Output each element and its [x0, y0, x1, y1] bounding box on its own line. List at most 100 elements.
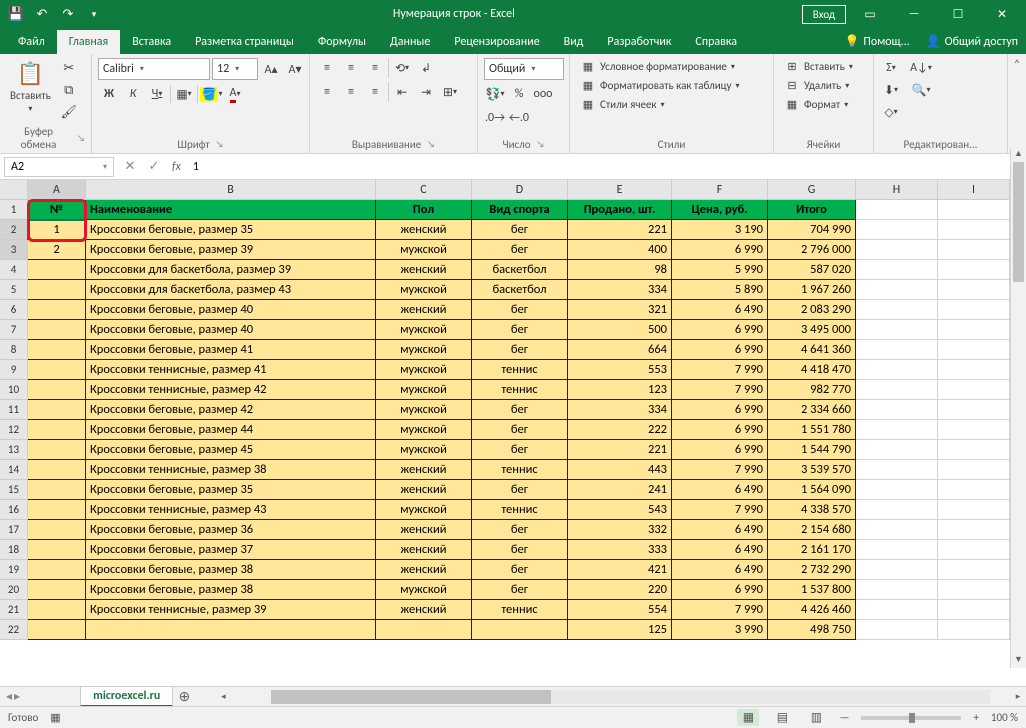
zoom-in-icon[interactable]: +: [973, 711, 978, 724]
cell[interactable]: №: [28, 200, 86, 220]
cell[interactable]: женский: [376, 460, 472, 480]
insert-cells-button[interactable]: ⊞Вставить ▾: [780, 58, 857, 75]
minimize-icon[interactable]: —: [894, 0, 934, 28]
sheet-nav-prev-icon[interactable]: ◂: [6, 689, 12, 704]
copy-icon[interactable]: ⧉: [59, 80, 79, 100]
save-icon[interactable]: 💾: [4, 3, 28, 25]
cell[interactable]: Кроссовки беговые, размер 38: [86, 560, 376, 580]
cell[interactable]: [28, 600, 86, 620]
col-header-I[interactable]: I: [938, 180, 1010, 199]
cell[interactable]: [856, 520, 938, 540]
tab-page-layout[interactable]: Разметка страницы: [183, 30, 306, 54]
cell[interactable]: Кроссовки беговые, размер 37: [86, 540, 376, 560]
row-header[interactable]: 2: [0, 220, 28, 240]
align-middle-icon[interactable]: ≡: [340, 58, 362, 78]
cell[interactable]: теннис: [472, 600, 568, 620]
cell[interactable]: мужской: [376, 400, 472, 420]
cell[interactable]: 2 154 680: [768, 520, 856, 540]
cell[interactable]: 3 990: [672, 620, 768, 640]
cell[interactable]: [938, 560, 1010, 580]
cell[interactable]: [856, 320, 938, 340]
cell[interactable]: Кроссовки беговые, размер 42: [86, 400, 376, 420]
cell[interactable]: 6 990: [672, 580, 768, 600]
tab-developer[interactable]: Разработчик: [595, 30, 683, 54]
autosum-icon[interactable]: Σ▾: [880, 58, 902, 78]
cell[interactable]: [856, 600, 938, 620]
cell[interactable]: 321: [568, 300, 672, 320]
cell[interactable]: теннис: [472, 460, 568, 480]
cell[interactable]: [938, 620, 1010, 640]
cell[interactable]: [938, 280, 1010, 300]
font-color-icon[interactable]: A▾: [224, 84, 246, 104]
cell[interactable]: 1 967 260: [768, 280, 856, 300]
row-header[interactable]: 11: [0, 400, 28, 420]
cell[interactable]: [28, 620, 86, 640]
row-header[interactable]: 18: [0, 540, 28, 560]
cell[interactable]: 3 495 000: [768, 320, 856, 340]
page-break-view-icon[interactable]: ▥: [805, 709, 827, 726]
macro-record-icon[interactable]: ▦: [50, 711, 60, 724]
underline-button[interactable]: Ч ▾: [146, 84, 168, 104]
row-header[interactable]: 7: [0, 320, 28, 340]
cell[interactable]: [938, 460, 1010, 480]
cell[interactable]: [856, 560, 938, 580]
cell[interactable]: бег: [472, 240, 568, 260]
cell[interactable]: 6 490: [672, 560, 768, 580]
cell[interactable]: 664: [568, 340, 672, 360]
horizontal-scroll-thumb[interactable]: [271, 690, 551, 704]
decrease-decimal-icon[interactable]: ←.0: [508, 108, 530, 128]
cell[interactable]: Кроссовки беговые, размер 36: [86, 520, 376, 540]
cell[interactable]: [938, 380, 1010, 400]
cell[interactable]: 2 083 290: [768, 300, 856, 320]
cell[interactable]: 3 539 570: [768, 460, 856, 480]
sheet-tab[interactable]: microexcel.ru: [80, 686, 173, 707]
ribbon-display-icon[interactable]: ▭: [850, 0, 890, 28]
cell[interactable]: Кроссовки беговые, размер 40: [86, 300, 376, 320]
cancel-formula-icon[interactable]: ✕: [118, 159, 142, 174]
cell[interactable]: мужской: [376, 380, 472, 400]
cell[interactable]: Кроссовки беговые, размер 35: [86, 220, 376, 240]
cell[interactable]: женский: [376, 520, 472, 540]
cell[interactable]: бег: [472, 560, 568, 580]
cell[interactable]: [28, 540, 86, 560]
orientation-icon[interactable]: ⟲▾: [391, 58, 413, 78]
cell[interactable]: бег: [472, 440, 568, 460]
cell[interactable]: мужской: [376, 320, 472, 340]
cell[interactable]: [28, 480, 86, 500]
row-header[interactable]: 9: [0, 360, 28, 380]
tab-file[interactable]: Файл: [6, 30, 57, 54]
cell[interactable]: 6 990: [672, 340, 768, 360]
cell[interactable]: [28, 260, 86, 280]
row-header[interactable]: 16: [0, 500, 28, 520]
sort-filter-icon[interactable]: A↓▾: [910, 58, 932, 78]
cell[interactable]: мужской: [376, 580, 472, 600]
zoom-level[interactable]: 100 %: [991, 711, 1018, 724]
vertical-scroll-thumb[interactable]: [1013, 162, 1024, 282]
cell[interactable]: [938, 440, 1010, 460]
align-top-icon[interactable]: ≡: [316, 58, 338, 78]
cell[interactable]: 4 338 570: [768, 500, 856, 520]
cell[interactable]: теннис: [472, 360, 568, 380]
cell[interactable]: 7 990: [672, 460, 768, 480]
cell[interactable]: 7 990: [672, 500, 768, 520]
cell[interactable]: [856, 280, 938, 300]
cell[interactable]: Кроссовки беговые, размер 45: [86, 440, 376, 460]
cell[interactable]: женский: [376, 480, 472, 500]
percent-icon[interactable]: %: [508, 84, 530, 104]
number-format-combo[interactable]: Общий▾: [484, 58, 564, 80]
row-header[interactable]: 22: [0, 620, 28, 640]
cell[interactable]: 6 490: [672, 300, 768, 320]
cell[interactable]: бег: [472, 220, 568, 240]
cell[interactable]: бег: [472, 540, 568, 560]
cell[interactable]: [28, 560, 86, 580]
cell[interactable]: Наименование: [86, 200, 376, 220]
cell[interactable]: 6 990: [672, 420, 768, 440]
share-button[interactable]: 👤Общий доступ: [918, 29, 1026, 54]
cell[interactable]: 1 544 790: [768, 440, 856, 460]
cell[interactable]: 6 990: [672, 320, 768, 340]
font-size-combo[interactable]: 12▾: [212, 58, 258, 80]
cell[interactable]: 3 190: [672, 220, 768, 240]
horizontal-scrollbar[interactable]: [271, 690, 990, 704]
cell[interactable]: [938, 520, 1010, 540]
collapse-ribbon-icon[interactable]: ˄: [1008, 54, 1026, 153]
